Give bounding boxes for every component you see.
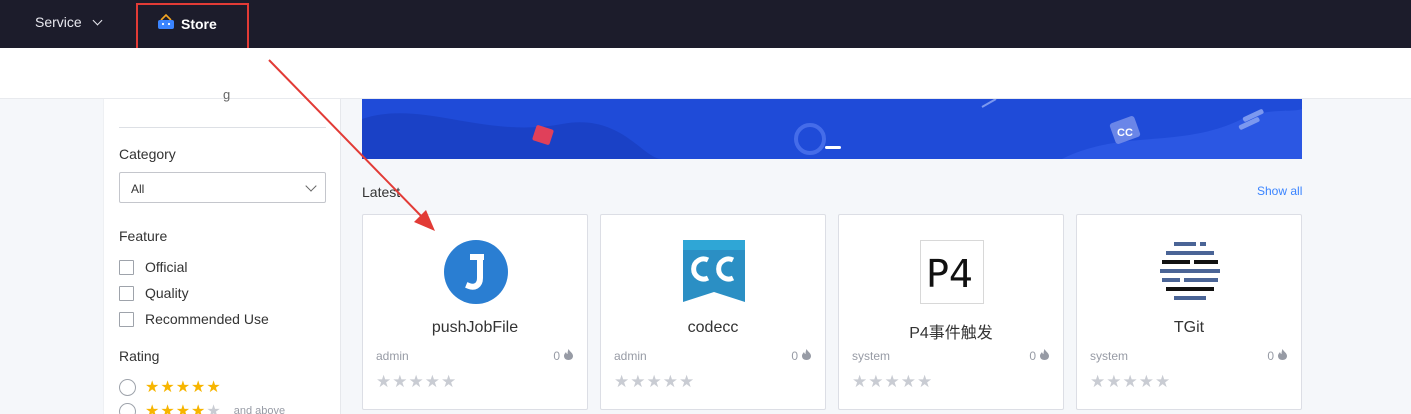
star-icon: ★ [160, 403, 175, 414]
banner-art: CC [362, 99, 1302, 159]
plugin-card-pushjobfile[interactable]: pushJobFile admin 0 ★ ★ ★ ★ ★ [362, 214, 588, 410]
plugin-rating: ★ ★ ★ ★ ★ [1090, 372, 1170, 392]
radio-button[interactable] [119, 378, 136, 396]
feature-checkbox-recommended[interactable]: Recommended Use [119, 311, 269, 327]
plugin-name: P4事件触发 [909, 325, 993, 342]
svg-text:P4: P4 [926, 252, 973, 296]
codecc-logo-icon [682, 240, 746, 304]
tgit-logo-icon [1158, 240, 1222, 304]
checkbox-box[interactable] [119, 259, 134, 275]
star-icon: ★ [160, 379, 175, 396]
star-empty-icon: ★ [852, 372, 868, 391]
star-icon: ★ [191, 379, 206, 396]
svg-text:CC: CC [1117, 127, 1133, 139]
carousel-indicator[interactable] [825, 146, 841, 149]
star-icon: ★ [206, 379, 221, 396]
checkbox-box[interactable] [119, 311, 134, 327]
four-star-rating: ★ ★ ★ ★ ★ [145, 401, 221, 414]
chevron-down-icon [305, 180, 317, 192]
fire-icon [1278, 349, 1287, 363]
plugin-popularity: 0 [791, 349, 811, 363]
popularity-count: 0 [1267, 349, 1274, 363]
plugin-rating: ★ ★ ★ ★ ★ [852, 372, 932, 392]
star-empty-icon: ★ [1122, 372, 1138, 391]
star-empty-icon: ★ [868, 372, 884, 391]
star-empty-icon: ★ [424, 372, 440, 391]
rating-option-5[interactable]: ★ ★ ★ ★ ★ [119, 377, 221, 397]
plugin-name: codecc [687, 319, 739, 336]
fire-icon [1040, 349, 1049, 363]
chevron-down-icon [92, 15, 103, 25]
feature-label: Quality [145, 285, 189, 301]
feature-checkbox-quality[interactable]: Quality [119, 285, 189, 301]
plugin-name: TGit [1173, 319, 1205, 336]
plugin-author: admin [376, 349, 409, 363]
feature-checkbox-official[interactable]: Official [119, 259, 188, 275]
radio-button[interactable] [119, 402, 136, 414]
fire-icon [802, 349, 811, 363]
star-empty-icon: ★ [614, 372, 630, 391]
plugin-card-p4[interactable]: P4 P4事件触发 system 0 ★ ★ ★ ★ ★ [838, 214, 1064, 410]
latest-heading: Latest [362, 184, 401, 200]
star-icon: ★ [175, 379, 191, 396]
star-empty-icon: ★ [408, 372, 424, 391]
plugin-card-tgit[interactable]: TGit system 0 ★ ★ ★ ★ ★ [1076, 214, 1302, 410]
sub-header-bar [0, 48, 1411, 99]
star-icon: ★ [175, 403, 191, 414]
star-empty-icon: ★ [662, 372, 678, 391]
nav-service-label: Service [35, 14, 82, 30]
category-heading: Category [119, 146, 176, 162]
star-empty-icon: ★ [1090, 372, 1106, 391]
plugin-popularity: 0 [553, 349, 573, 363]
star-empty-icon: ★ [206, 403, 221, 414]
feature-label: Official [145, 259, 188, 275]
popularity-count: 0 [553, 349, 560, 363]
plugin-author: system [1090, 349, 1129, 363]
j-logo-icon [444, 240, 508, 304]
feature-label: Recommended Use [145, 311, 269, 327]
star-empty-icon: ★ [1106, 372, 1122, 391]
category-select[interactable]: All [119, 172, 326, 203]
plugin-author: system [852, 349, 891, 363]
plugin-rating: ★ ★ ★ ★ ★ [376, 372, 456, 392]
popularity-count: 0 [1029, 349, 1036, 363]
plugin-rating: ★ ★ ★ ★ ★ [614, 372, 694, 392]
rating-option-4[interactable]: ★ ★ ★ ★ ★ and above [119, 401, 285, 414]
feature-heading: Feature [119, 228, 168, 244]
divider [119, 127, 326, 128]
star-empty-icon: ★ [917, 372, 933, 391]
show-all-link[interactable]: Show all [1257, 184, 1302, 198]
star-icon: ★ [191, 403, 206, 414]
rating-heading: Rating [119, 348, 160, 364]
star-empty-icon: ★ [884, 372, 900, 391]
plugin-author: admin [614, 349, 647, 363]
rating-extra-label: and above [233, 405, 286, 414]
plugin-popularity: 0 [1029, 349, 1049, 363]
category-select-value: All [131, 182, 145, 196]
fire-icon [564, 349, 573, 363]
star-empty-icon: ★ [630, 372, 646, 391]
star-empty-icon: ★ [392, 372, 408, 391]
five-star-rating: ★ ★ ★ ★ ★ [145, 377, 221, 397]
star-empty-icon: ★ [376, 372, 392, 391]
star-empty-icon: ★ [441, 372, 457, 391]
star-empty-icon: ★ [679, 372, 695, 391]
star-icon: ★ [145, 379, 160, 396]
search-input-partial[interactable]: g [223, 87, 230, 102]
nav-service-menu[interactable]: Service [35, 14, 103, 30]
checkbox-box[interactable] [119, 285, 134, 301]
p4-logo-icon: P4 [920, 240, 984, 304]
plugin-name: pushJobFile [431, 319, 519, 336]
star-icon: ★ [145, 403, 160, 414]
plugin-popularity: 0 [1267, 349, 1287, 363]
star-empty-icon: ★ [900, 372, 916, 391]
popularity-count: 0 [791, 349, 798, 363]
star-empty-icon: ★ [1138, 372, 1154, 391]
banner-carousel[interactable]: CC [362, 99, 1302, 159]
star-empty-icon: ★ [646, 372, 662, 391]
star-empty-icon: ★ [1155, 372, 1171, 391]
filter-sidebar: g Category All Feature Official Quality … [103, 87, 341, 414]
plugin-card-codecc[interactable]: codecc admin 0 ★ ★ ★ ★ ★ [600, 214, 826, 410]
